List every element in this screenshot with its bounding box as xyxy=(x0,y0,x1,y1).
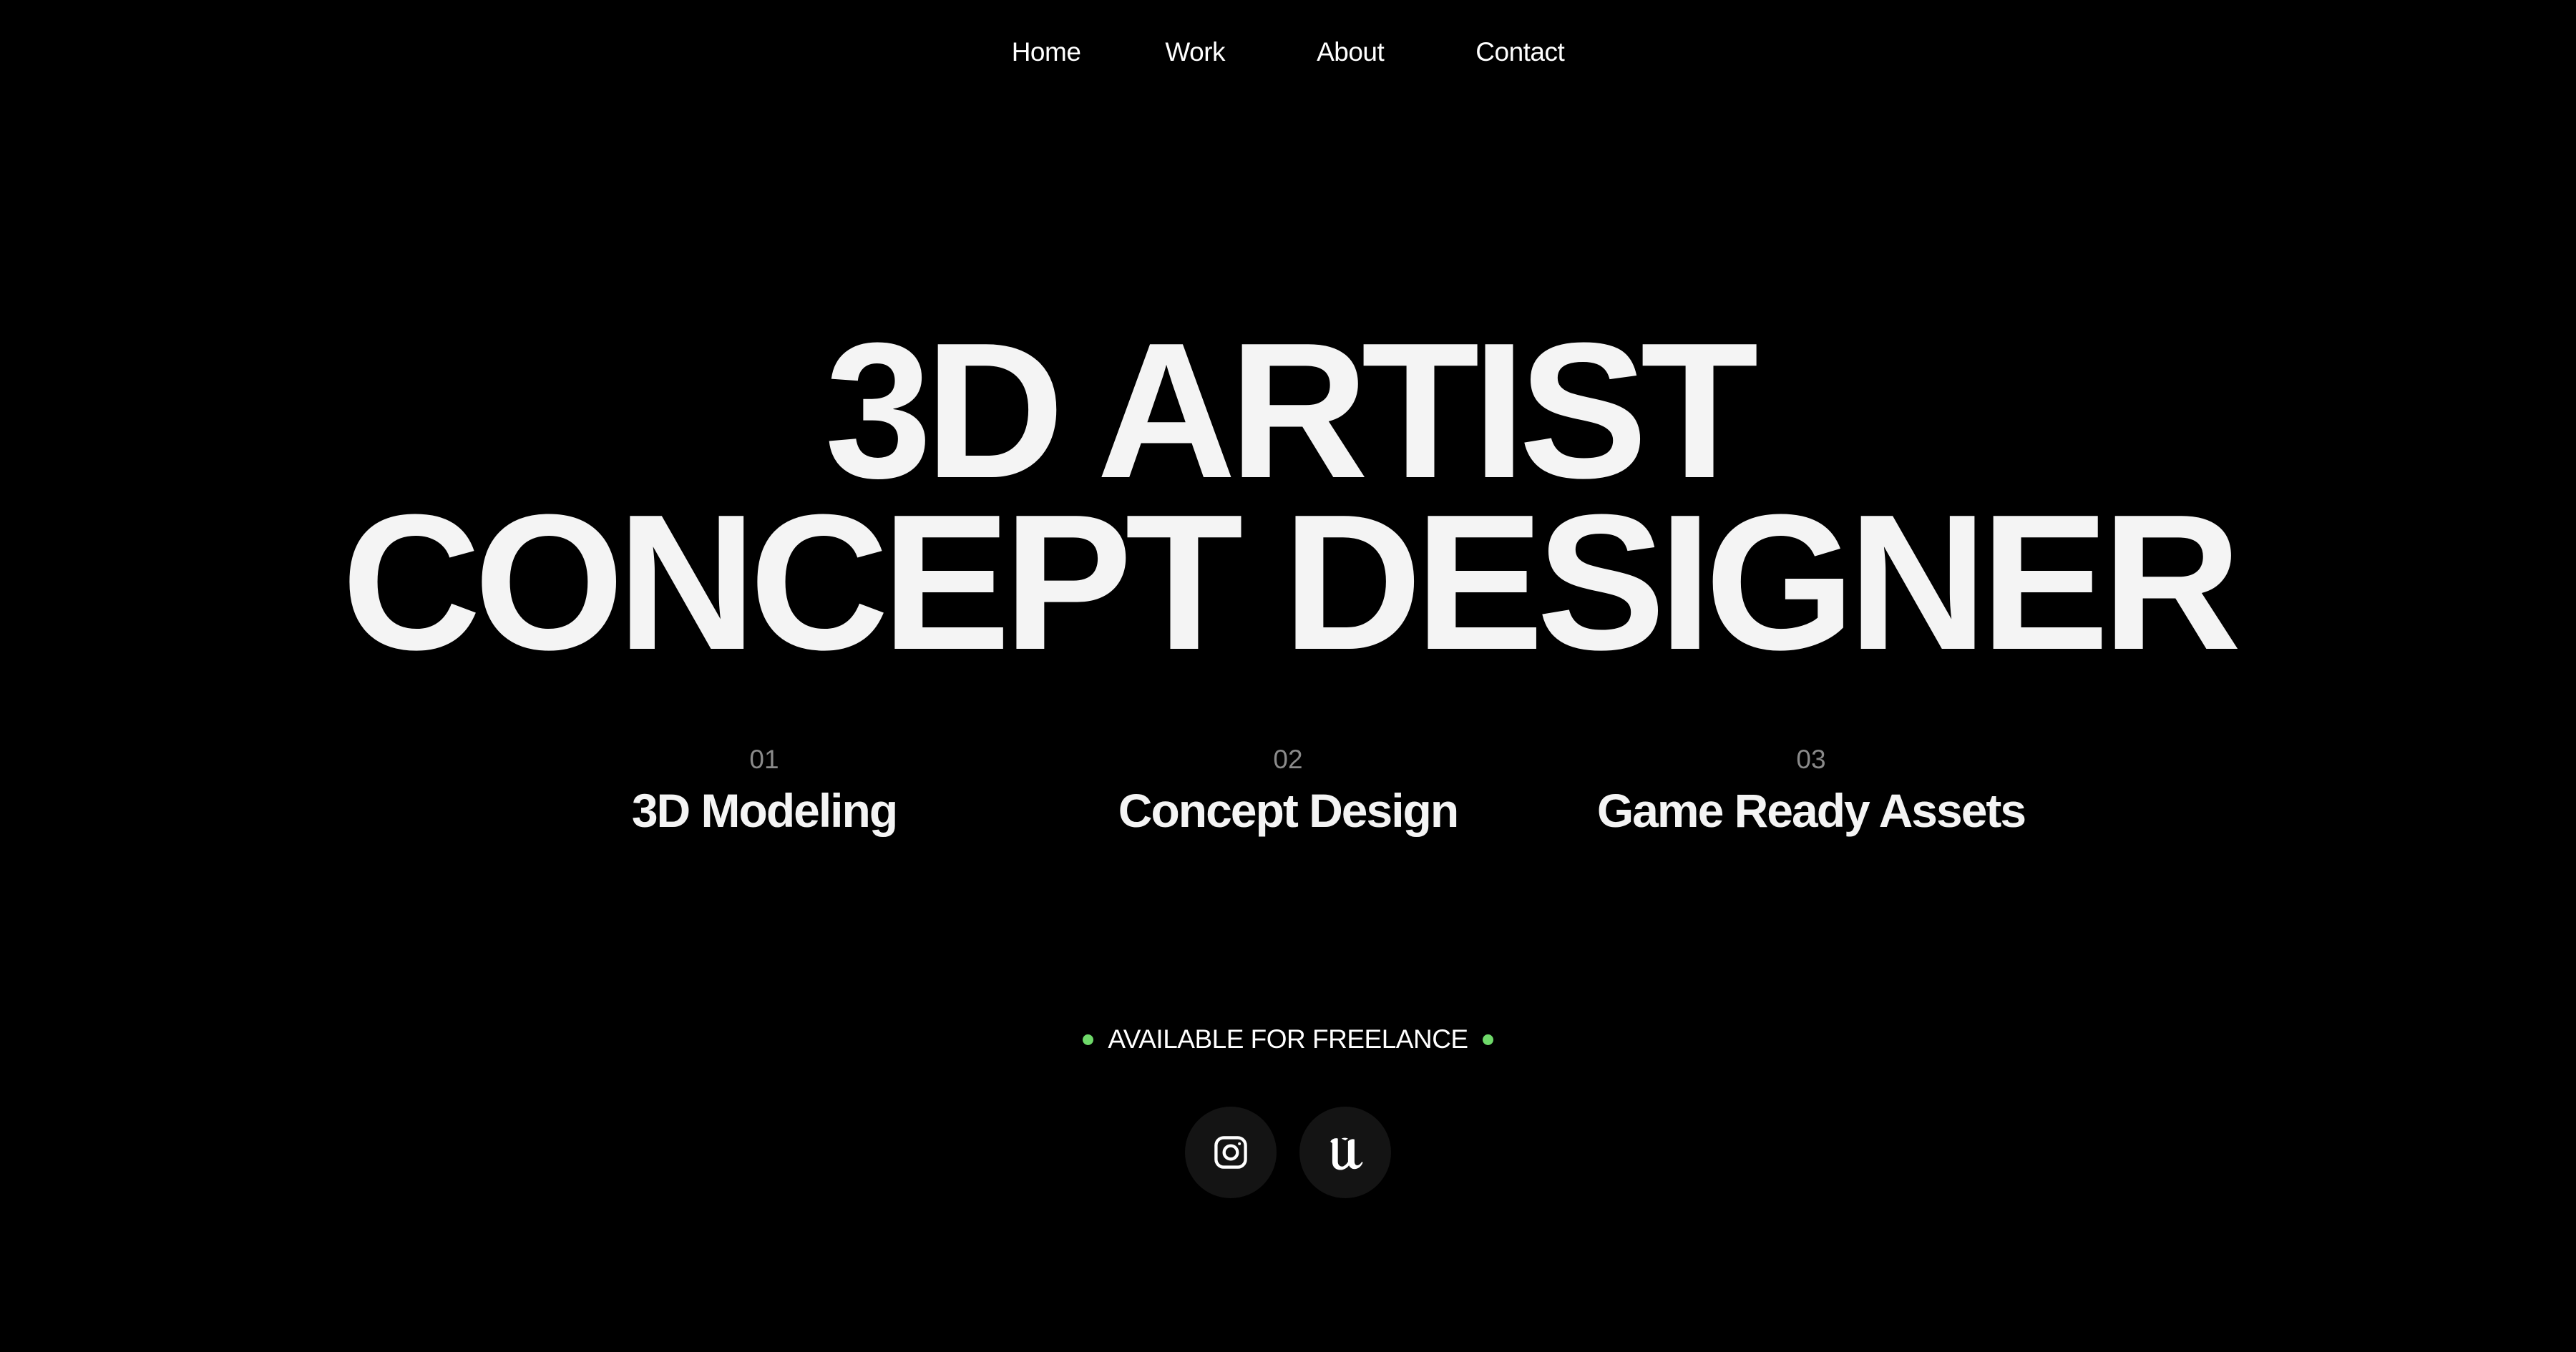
service-item: 03 Game Ready Assets xyxy=(1525,744,2097,843)
service-number: 01 xyxy=(749,745,779,774)
services-list: 01 3D Modeling 02 Concept Design 03 Game… xyxy=(0,744,2576,844)
availability-label: AVAILABLE FOR FREELANCE xyxy=(1108,1024,1468,1054)
nav-about-link[interactable]: About xyxy=(1317,37,1385,67)
social-links xyxy=(0,1107,2576,1198)
status-dot-right xyxy=(1482,1034,1493,1045)
service-title: Game Ready Assets xyxy=(1596,784,2026,837)
service-title: Concept Design xyxy=(1118,784,1459,837)
hero-line-1: 3D ARTIST xyxy=(824,303,1758,519)
hero-line-2: CONCEPT DESIGNER xyxy=(341,475,2241,690)
instagram-button[interactable] xyxy=(1185,1107,1277,1198)
status-dot-left xyxy=(1083,1034,1094,1045)
top-nav: Home Work About Contact xyxy=(0,37,2576,67)
service-number: 02 xyxy=(1273,745,1303,774)
service-item: 02 Concept Design xyxy=(1002,744,1574,843)
page: Home Work About Contact 3D ARTIST CONCEP… xyxy=(0,0,2576,1352)
instagram-icon xyxy=(1212,1134,1249,1171)
nav-contact-link[interactable]: Contact xyxy=(1475,37,1565,67)
unreal-engine-icon xyxy=(1323,1130,1367,1175)
availability-status: AVAILABLE FOR FREELANCE xyxy=(0,1024,2576,1054)
hero-heading: 3D ARTIST CONCEPT DESIGNER xyxy=(0,303,2576,690)
service-title: 3D Modeling xyxy=(631,784,898,837)
service-number: 03 xyxy=(1796,745,1826,774)
nav-work-link[interactable]: Work xyxy=(1165,37,1225,67)
service-item: 01 3D Modeling xyxy=(478,744,1050,843)
nav-home-link[interactable]: Home xyxy=(1012,37,1081,67)
unreal-engine-button[interactable] xyxy=(1299,1107,1391,1198)
